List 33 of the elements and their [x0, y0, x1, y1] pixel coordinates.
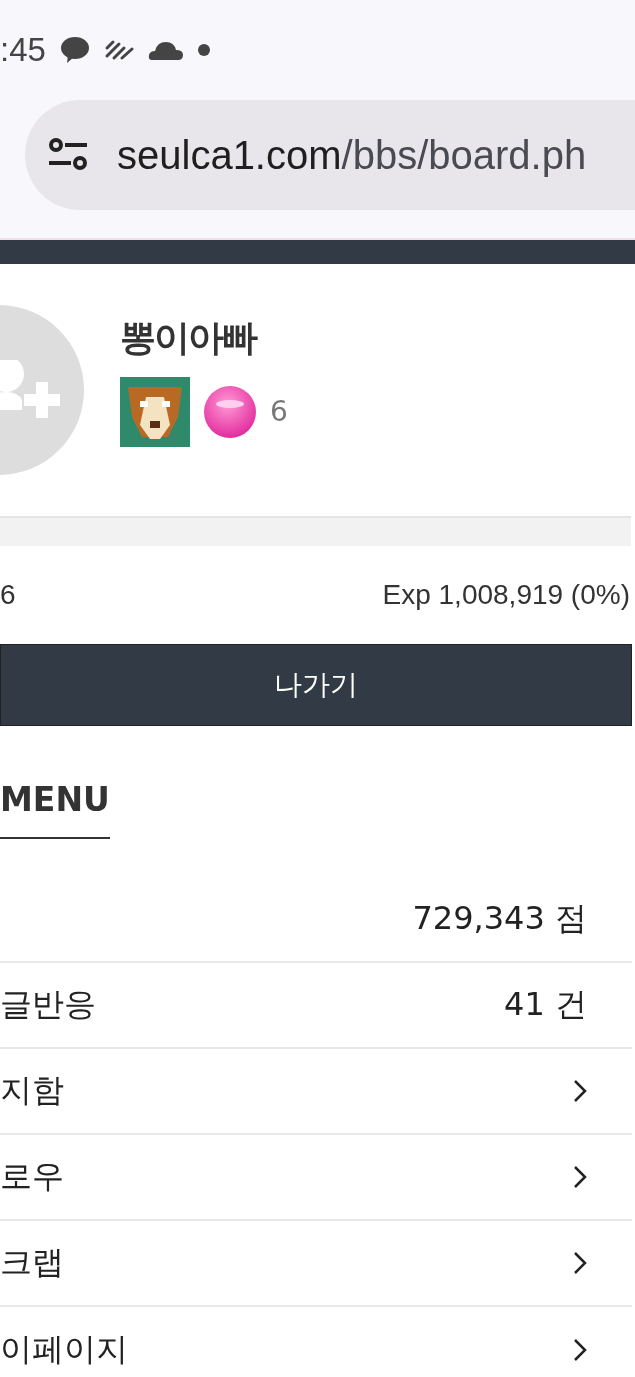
add-user-icon — [0, 360, 62, 420]
menu-item-value: 41 건 — [504, 984, 587, 1025]
logout-button[interactable]: 나가기 — [0, 644, 632, 726]
menu-item[interactable]: 지함 — [0, 1049, 632, 1135]
level-number: 6 — [270, 395, 288, 428]
chevron-right-icon — [573, 1165, 587, 1189]
menu-item-value: 729,343 점 — [412, 898, 587, 939]
user-name: 뽕이아빠 — [120, 315, 258, 360]
chat-icon — [59, 36, 90, 64]
chevron-right-icon — [573, 1079, 587, 1103]
signal-icon — [103, 38, 134, 62]
orb-icon — [202, 383, 258, 440]
dog-icon — [120, 376, 190, 447]
menu-item[interactable]: 729,343 점 — [0, 877, 632, 963]
menu-item[interactable]: 이페이지 — [0, 1307, 632, 1377]
menu-item[interactable]: 글반응 41 건 — [0, 963, 632, 1049]
site-settings-icon[interactable] — [47, 137, 89, 173]
status-time: :45 — [0, 31, 46, 69]
menu-item-label: 글반응 — [0, 984, 96, 1025]
menu-item[interactable]: 크랩 — [0, 1221, 632, 1307]
menu-item-label: 이페이지 — [0, 1329, 128, 1370]
menu-heading: MENU — [0, 780, 110, 839]
menu-item-label: 크랩 — [0, 1242, 64, 1283]
menu-item-label: 지함 — [0, 1070, 64, 1111]
menu-item[interactable]: 로우 — [0, 1135, 632, 1221]
chevron-right-icon — [573, 1338, 587, 1362]
cloud-icon — [147, 39, 184, 61]
dot-icon — [197, 44, 210, 56]
level-label: 6 — [0, 579, 16, 611]
menu-item-label: 로우 — [0, 1156, 64, 1197]
address-bar[interactable]: seulca1.com/bbs/board.ph — [25, 100, 635, 210]
exp-text: Exp 1,008,919 (0%) — [382, 579, 630, 611]
chevron-right-icon — [573, 1251, 587, 1275]
